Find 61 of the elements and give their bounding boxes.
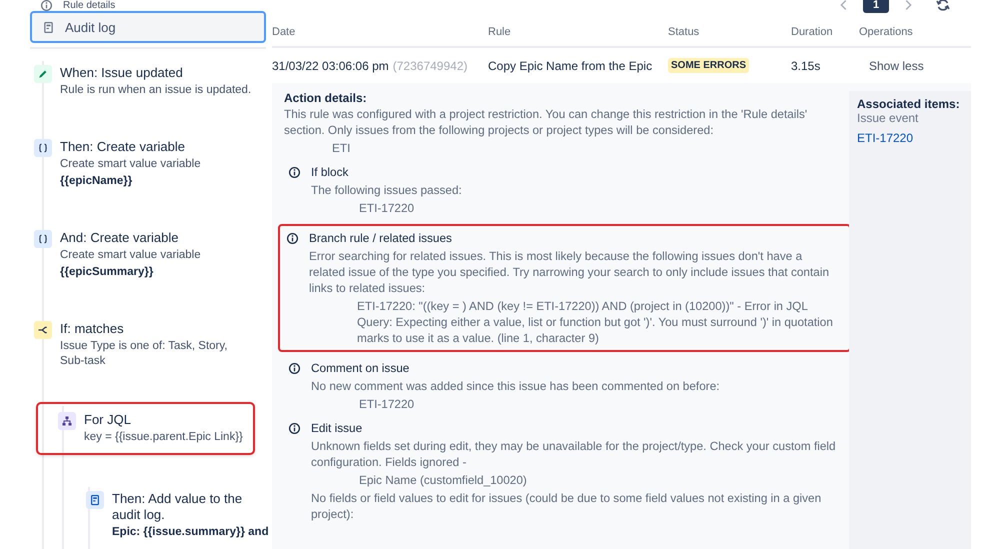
status-lozenge: SOME ERRORS	[668, 58, 750, 73]
show-less-link[interactable]: Show less	[859, 58, 924, 72]
action-title: Branch rule / related issues	[309, 230, 453, 246]
info-icon	[288, 422, 301, 435]
associated-heading: Associated items:	[857, 97, 961, 111]
issue-value: ETI-17220: "((key = ) AND (key != ETI-17220)) AND (project in (10200))" - Error in JQL Query: Expecting either a value, list or function but got ')'. You must surround ')' in quotation marks to use it as a value. (line 1, character 9)	[356, 298, 834, 346]
duration-text: 3.15s	[791, 58, 820, 72]
associated-label: Issue event	[857, 111, 920, 125]
step-hierarchy-icon	[58, 412, 76, 430]
step-description: {{epicSummary}}	[60, 265, 154, 280]
column-header: Duration	[791, 26, 834, 38]
issue-value: ETI	[331, 140, 352, 156]
details-heading: Action details:	[284, 91, 368, 105]
step-title[interactable]: And: Create variable	[60, 230, 201, 246]
nav-item[interactable]: Rule details	[30, 0, 266, 11]
step-fork-icon	[34, 321, 52, 339]
execution-id: (7236749942)	[392, 58, 468, 72]
info-icon	[288, 166, 301, 179]
action-title: Edit issue	[311, 420, 364, 436]
step-title[interactable]: Then: Add value to the audit log.	[112, 491, 262, 523]
step-document-icon	[86, 491, 104, 509]
refresh-icon[interactable]	[935, 0, 951, 13]
document-icon	[42, 20, 55, 34]
info-icon	[288, 362, 301, 375]
rule-name: Copy Epic Name from the Epic	[488, 58, 652, 72]
date-text: 31/03/22 03:06:06 pm	[272, 58, 389, 72]
issue-link[interactable]: ETI-17220	[857, 131, 963, 145]
info-icon	[40, 0, 53, 12]
issue-value: ETI-17220	[358, 396, 416, 412]
step-description: {{epicName}}	[60, 174, 134, 189]
action-title: Comment on issue	[311, 360, 410, 376]
action-message: Unknown fields set during edit, they may be unavailable for the project/type. Check your custom field configuration. Fields ignored -	[311, 438, 837, 470]
action-message: No fields or field values to edit for issues (could be due to some field values not existing in a given project):	[311, 490, 822, 522]
column-header: Date	[272, 26, 296, 38]
column-header: Status	[668, 26, 700, 38]
step-title[interactable]: Then: Create variable	[60, 139, 201, 155]
step-title[interactable]: When: Issue updated	[60, 65, 252, 81]
step-pencil-icon	[34, 65, 52, 83]
nav-item[interactable]: Audit log	[30, 11, 266, 43]
action-message: The following issues passed:	[311, 182, 462, 198]
step-braces-icon	[34, 139, 52, 157]
step-description: Create smart value variable	[60, 157, 201, 172]
step-description: Create smart value variable	[60, 248, 201, 263]
info-icon	[286, 232, 299, 245]
step-description: Epic: {{issue.summary}} and	[112, 525, 269, 540]
action-message: No new comment was added since this issue has been commented on before:	[311, 378, 720, 394]
step-title[interactable]: If: matches	[60, 321, 254, 337]
action-title: If block	[311, 164, 350, 180]
step-description: key = {{issue.parent.Epic Link}}	[84, 430, 243, 445]
issue-value: Epic Name (customfield_10020)	[358, 472, 528, 488]
column-header: Operations	[859, 26, 914, 38]
column-header: Rule	[488, 26, 512, 38]
action-message: Error searching for related issues. This is most likely because the following issues don't have a related issue of the type you specified. Try narrowing your search to only include issues that contain links to related issues:	[309, 248, 830, 296]
action-message: This rule was configured with a project restriction. You can change this restriction in the 'Rule details' section. Only issues from the following projects or project types will be considered:	[284, 106, 808, 138]
step-braces-icon	[34, 230, 52, 248]
step-title[interactable]: For JQL	[84, 412, 243, 428]
page-button[interactable]: 1	[863, 0, 889, 13]
issue-value: ETI-17220	[358, 200, 416, 216]
step-description: Issue Type is one of: Task, Story, Sub-task	[60, 339, 228, 369]
step-description: Rule is run when an issue is updated.	[60, 83, 252, 98]
highlighted-step[interactable]: For JQL key = {{issue.parent.Epic Link}}	[36, 402, 255, 455]
